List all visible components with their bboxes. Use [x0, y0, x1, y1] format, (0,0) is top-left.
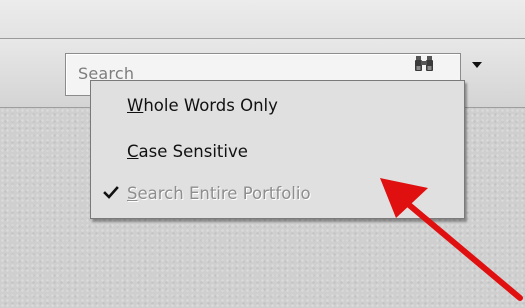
menu-item-label: Case Sensitive — [127, 142, 248, 161]
menu-item-label-text: earch Entire Portfolio — [137, 184, 311, 203]
menu-item-label-text: hole Words Only — [143, 96, 278, 115]
window-top-bar — [0, 0, 525, 39]
menu-item-case-sensitive[interactable]: Case Sensitive — [91, 135, 464, 167]
pointer-arrow-icon — [380, 178, 523, 301]
mnemonic-letter: W — [127, 96, 144, 115]
menu-item-label: Whole Words Only — [127, 96, 278, 115]
menu-item-label: Search Entire Portfolio — [127, 184, 311, 203]
menu-item-label-text: ase Sensitive — [138, 142, 248, 161]
mnemonic-letter: S — [127, 184, 138, 203]
chevron-down-icon[interactable] — [471, 60, 483, 70]
checkmark-icon — [103, 186, 119, 199]
mnemonic-letter: C — [127, 142, 139, 161]
binoculars-icon[interactable] — [414, 55, 434, 73]
menu-item-whole-words-only[interactable]: Whole Words Only — [91, 89, 464, 121]
